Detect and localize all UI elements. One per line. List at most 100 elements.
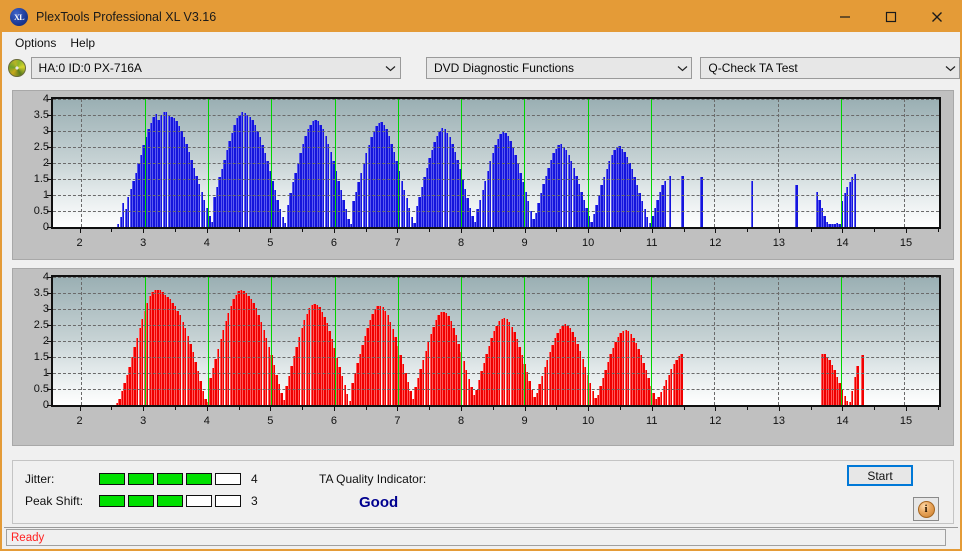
x-axis-tick-label: 9	[521, 415, 528, 427]
x-axis-tick	[397, 407, 399, 411]
gridline-horizontal	[53, 325, 939, 326]
x-axis-tick	[588, 229, 590, 233]
info-icon: i	[917, 500, 935, 518]
x-axis-tick	[524, 229, 526, 233]
gridline-vertical	[81, 277, 83, 405]
x-axis-tick-label: 6	[330, 237, 337, 249]
y-axis-tick-label: 2	[42, 157, 49, 169]
gridline-horizontal	[53, 195, 939, 196]
x-axis-minor-tick	[429, 229, 431, 232]
gridline-vertical	[777, 277, 779, 405]
marker-line	[651, 99, 653, 227]
x-axis-tick	[842, 229, 844, 233]
x-axis-minor-tick	[492, 407, 494, 410]
y-axis-tick-label: 0	[42, 221, 49, 233]
start-button[interactable]: Start	[847, 465, 913, 486]
y-axis-tick-label: 3	[42, 303, 49, 315]
meter-segment	[186, 495, 212, 507]
marker-line	[208, 277, 210, 405]
test-select[interactable]: Q-Check TA Test	[700, 57, 960, 79]
x-axis-minor-tick	[619, 407, 621, 410]
marker-line	[461, 99, 463, 227]
menu-item-options[interactable]: Options	[8, 34, 63, 52]
meter-segment	[215, 473, 241, 485]
x-axis-tick	[206, 407, 208, 411]
chart-bar	[861, 355, 864, 405]
x-axis-tick-label: 8	[457, 237, 465, 249]
x-axis-tick-label: 14	[836, 415, 849, 427]
x-axis-minor-tick	[874, 407, 876, 410]
y-axis-tick-label: 4	[42, 271, 49, 283]
x-axis-minor-tick	[747, 229, 749, 232]
gridline-vertical	[81, 99, 83, 227]
close-button[interactable]	[914, 2, 960, 32]
x-axis-tick	[651, 407, 653, 411]
x-axis-tick	[715, 407, 717, 411]
x-axis-tick-label: 3	[140, 237, 147, 249]
ta-peakshift-chart-plot-wrap	[51, 275, 941, 407]
x-axis-tick-label: 12	[709, 415, 722, 427]
x-axis-tick	[842, 407, 844, 411]
info-button[interactable]: i	[913, 497, 939, 521]
x-axis-tick	[778, 407, 780, 411]
x-axis-minor-tick	[556, 407, 558, 410]
x-axis-tick-label: 11	[646, 415, 658, 427]
meter-segment	[157, 473, 183, 485]
drive-select-value: HA:0 ID:0 PX-716A	[38, 61, 142, 75]
x-axis-tick	[79, 407, 81, 411]
gridline-horizontal	[53, 373, 939, 374]
meter-segment	[215, 495, 241, 507]
x-axis-minor-tick	[810, 229, 812, 232]
x-axis-tick-label: 4	[203, 237, 210, 249]
x-axis-tick-label: 15	[899, 237, 913, 249]
drive-select[interactable]: HA:0 ID:0 PX-716A	[30, 57, 401, 79]
y-axis-tick-label: 3.5	[33, 287, 49, 299]
chart-bar	[795, 185, 798, 227]
jitter-value: 4	[251, 472, 258, 486]
maximize-button[interactable]	[868, 2, 914, 32]
gridline-vertical	[714, 277, 716, 405]
meter-segment	[186, 473, 212, 485]
chart-bar	[700, 177, 703, 227]
ta-quality-value: Good	[359, 494, 399, 511]
peak-shift-label: Peak Shift:	[25, 494, 84, 508]
x-axis-tick-label: 11	[646, 237, 658, 249]
x-axis-tick-label: 4	[203, 415, 210, 427]
gridline-horizontal	[53, 179, 939, 180]
gridline-horizontal	[53, 131, 939, 132]
menu-item-help[interactable]: Help	[63, 34, 102, 52]
marker-line	[334, 99, 336, 227]
ta-jitter-chart-panel: 0 0.5 1 1.5 2 2.5 3 3.5 4 2 3 4 5 6 7 8 9 10 11 12 13 14 15	[12, 90, 954, 260]
x-axis-tick-label: 5	[267, 237, 274, 249]
x-axis-tick-label: 7	[394, 415, 401, 427]
x-axis-tick-label: 6	[330, 415, 337, 427]
chart-bar	[681, 175, 684, 227]
jitter-row: Jitter: 4	[25, 472, 258, 486]
ta-quality-block: TA Quality Indicator: Good	[319, 472, 426, 511]
chart-bar	[856, 365, 859, 405]
x-axis-tick-label: 9	[521, 237, 528, 249]
title-bar: XL PlexTools Professional XL V3.16	[2, 2, 960, 32]
x-axis-tick-label: 5	[267, 415, 274, 427]
x-axis-minor-tick	[683, 229, 685, 232]
x-axis-tick	[906, 407, 908, 411]
marker-line	[524, 277, 526, 405]
function-select[interactable]: DVD Diagnostic Functions	[425, 57, 693, 79]
gridline-horizontal	[53, 277, 939, 278]
marker-line	[524, 99, 526, 227]
meter-segment	[99, 473, 125, 485]
marker-line	[840, 99, 842, 227]
x-axis-tick	[143, 229, 145, 233]
peak-shift-meter	[99, 495, 241, 507]
x-axis-tick	[461, 229, 463, 233]
gridline-horizontal	[53, 357, 939, 358]
minimize-button[interactable]	[822, 2, 868, 32]
menu-bar: Options Help	[2, 32, 960, 53]
status-message-box: Ready	[6, 529, 946, 546]
ta-quality-label: TA Quality Indicator:	[319, 472, 427, 486]
gridline-horizontal	[53, 389, 939, 390]
gridline-vertical	[904, 99, 906, 227]
y-axis-tick-label: 2.5	[33, 319, 49, 331]
x-axis-minor-tick	[937, 407, 939, 410]
marker-line	[271, 99, 273, 227]
